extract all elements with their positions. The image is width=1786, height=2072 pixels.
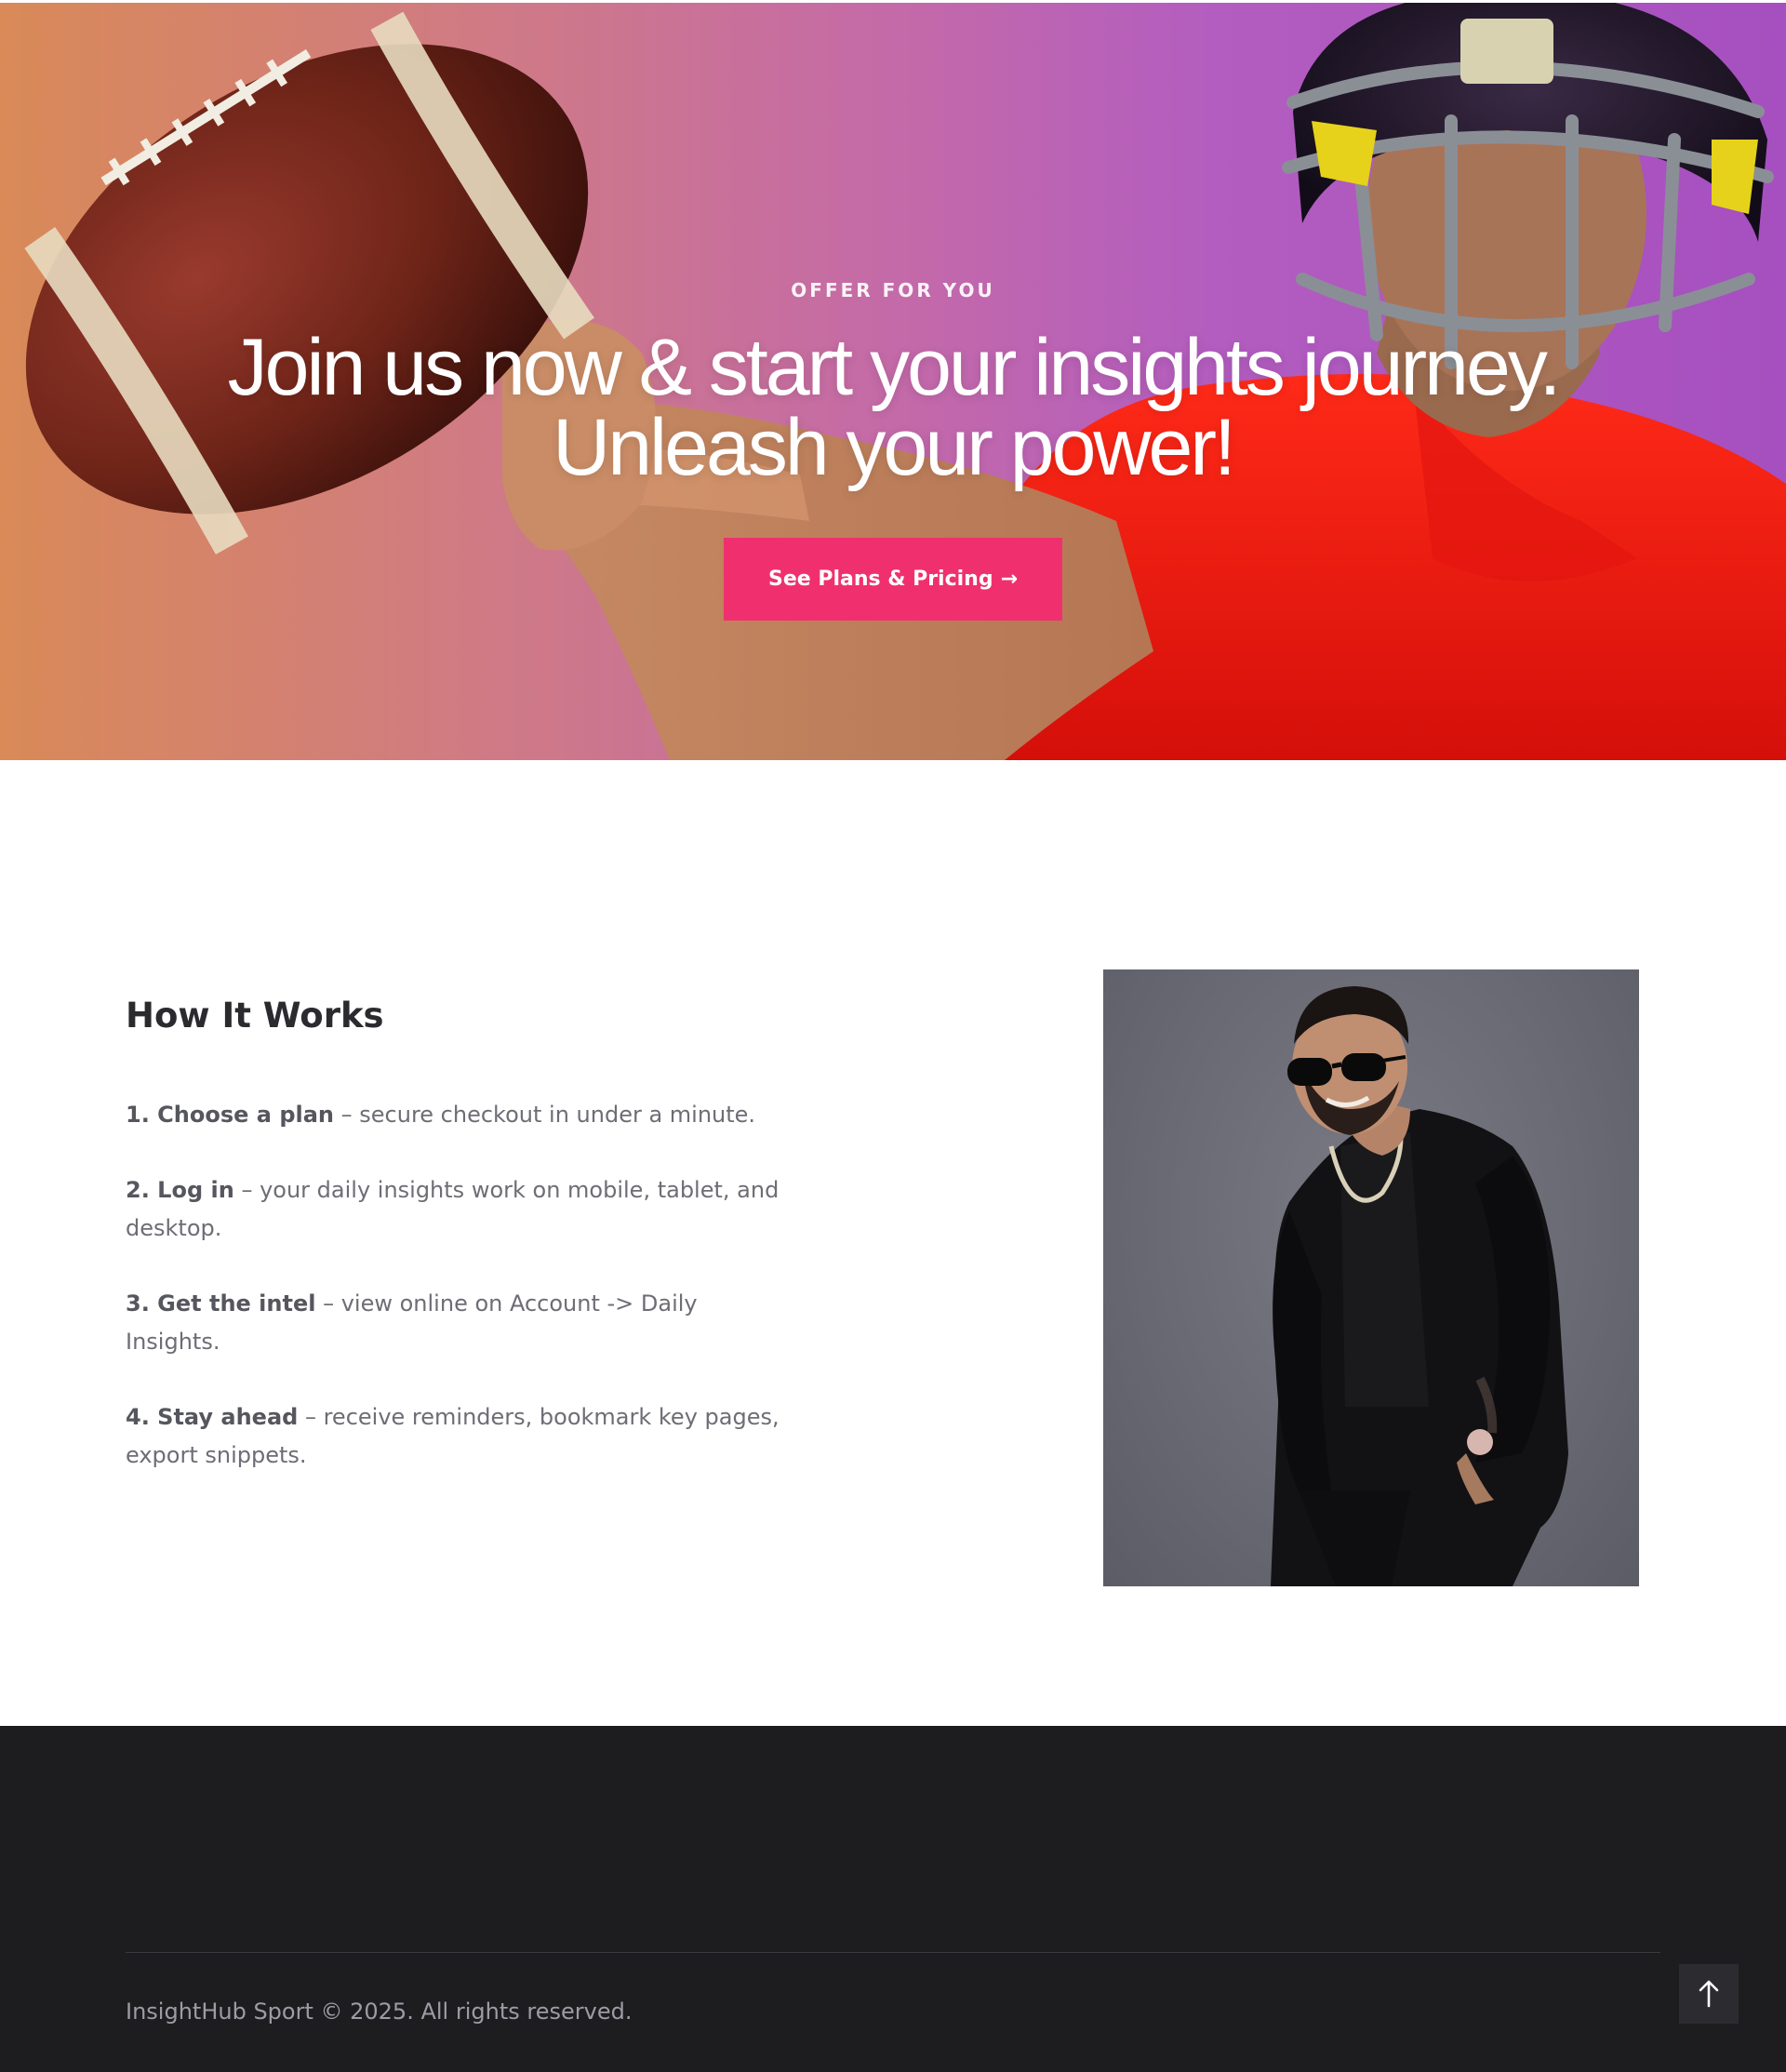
portrait-image xyxy=(1103,969,1639,1586)
hero-eyebrow: OFFER FOR YOU xyxy=(791,279,995,301)
hero-content: OFFER FOR YOU Join us now & start your i… xyxy=(0,279,1786,488)
hero-top-border xyxy=(0,0,1786,3)
hero-title: Join us now & start your insights journe… xyxy=(0,328,1786,488)
list-item: 4. Stay ahead – receive reminders, bookm… xyxy=(126,1398,795,1475)
steps-list: 1. Choose a plan – secure checkout in un… xyxy=(126,1096,795,1512)
footer-divider xyxy=(126,1952,1660,1953)
hero-title-line1: Join us now & start your insights journe… xyxy=(227,323,1562,412)
arrow-right-icon: → xyxy=(1000,568,1019,591)
person-figure xyxy=(1271,986,1568,1586)
step-text: – secure checkout in under a minute. xyxy=(334,1102,756,1128)
step-label: 2. Log in xyxy=(126,1177,234,1203)
see-plans-pricing-button[interactable]: See Plans & Pricing → xyxy=(724,538,1062,621)
hero-title-line2: Unleash your power! xyxy=(553,403,1236,492)
step-label: 4. Stay ahead xyxy=(126,1404,299,1430)
footer: InsightHub Sport © 2025. All rights rese… xyxy=(0,1726,1786,2072)
arrow-up-icon xyxy=(1699,1980,1719,2008)
back-to-top-button[interactable] xyxy=(1679,1964,1739,2024)
how-it-works-title: How It Works xyxy=(126,996,384,1036)
list-item: 3. Get the intel – view online on Accoun… xyxy=(126,1285,795,1361)
list-item: 1. Choose a plan – secure checkout in un… xyxy=(126,1096,795,1134)
list-item: 2. Log in – your daily insights work on … xyxy=(126,1171,795,1248)
hero-section: OFFER FOR YOU Join us now & start your i… xyxy=(0,0,1786,760)
copyright-text: InsightHub Sport © 2025. All rights rese… xyxy=(126,1998,633,2025)
step-label: 3. Get the intel xyxy=(126,1290,316,1317)
step-label: 1. Choose a plan xyxy=(126,1102,335,1128)
cta-label: See Plans & Pricing xyxy=(767,568,993,591)
